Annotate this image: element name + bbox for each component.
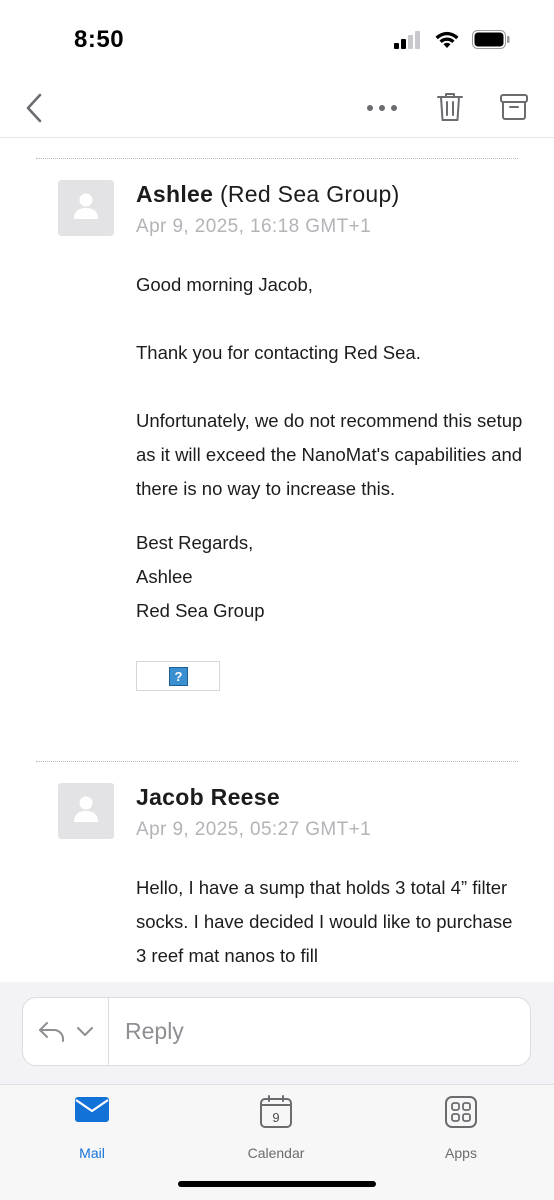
calendar-day-number: 9: [272, 1110, 279, 1125]
home-indicator[interactable]: [178, 1181, 376, 1187]
signature-line: Ashlee: [136, 566, 193, 587]
avatar[interactable]: [58, 783, 114, 839]
sender-name[interactable]: Ashlee (Red Sea Group): [136, 181, 400, 208]
tab-mail[interactable]: Mail: [42, 1095, 142, 1165]
delete-button[interactable]: [434, 90, 466, 124]
signature-image-placeholder[interactable]: ?: [136, 661, 220, 691]
body-paragraph: Hello, I have a sump that holds 3 total …: [136, 877, 513, 966]
message-divider: [36, 761, 518, 762]
trash-icon: [437, 93, 463, 121]
sender-name[interactable]: Jacob Reese: [136, 784, 280, 811]
sender-organization: (Red Sea Group): [219, 181, 400, 207]
status-icons: [394, 30, 510, 54]
tab-apps[interactable]: Apps: [411, 1095, 511, 1165]
calendar-icon: 9: [260, 1095, 292, 1128]
tab-label: Mail: [79, 1145, 105, 1161]
sender-name-text: Ashlee: [136, 181, 214, 207]
avatar[interactable]: [58, 180, 114, 236]
archive-icon: [500, 94, 528, 120]
message-date: Apr 9, 2025, 05:27 GMT+1: [136, 819, 372, 840]
message-date: Apr 9, 2025, 16:18 GMT+1: [136, 216, 372, 237]
signature-line: Best Regards,: [136, 532, 254, 553]
archive-button[interactable]: [498, 90, 530, 124]
tab-label: Apps: [445, 1145, 477, 1161]
back-button[interactable]: [22, 88, 50, 128]
more-button[interactable]: [364, 94, 400, 122]
wifi-icon: [434, 30, 460, 54]
message-toolbar: [0, 80, 554, 138]
reply-box[interactable]: Reply: [22, 997, 531, 1066]
person-icon: [74, 796, 98, 822]
message-body: Hello, I have a sump that holds 3 total …: [136, 871, 526, 973]
message-body: Good morning Jacob, Thank you for contac…: [136, 268, 526, 628]
message-divider: [36, 158, 518, 159]
body-paragraph: Thank you for contacting Red Sea.: [136, 342, 421, 363]
signature-line: Red Sea Group: [136, 600, 265, 621]
status-bar: 8:50: [0, 0, 554, 80]
cellular-signal-icon: [394, 30, 422, 54]
battery-icon: [472, 30, 510, 54]
reply-input[interactable]: Reply: [125, 1018, 184, 1045]
mail-icon: [75, 1097, 109, 1122]
chevron-down-icon: [77, 1027, 93, 1036]
person-icon: [74, 193, 98, 219]
reply-bar: Reply: [0, 982, 554, 1084]
reply-options-button[interactable]: [23, 998, 109, 1065]
body-paragraph: Unfortunately, we do not recommend this …: [136, 410, 523, 499]
broken-image-icon: ?: [169, 667, 188, 686]
apps-icon: [445, 1096, 477, 1128]
message-thread[interactable]: Ashlee (Red Sea Group) Apr 9, 2025, 16:1…: [0, 138, 554, 982]
back-chevron-icon: [26, 93, 42, 123]
status-time: 8:50: [74, 26, 125, 53]
more-icon: [367, 105, 397, 111]
body-paragraph: Good morning Jacob,: [136, 274, 313, 295]
sender-name-text: Jacob Reese: [136, 784, 280, 810]
tab-calendar[interactable]: 9 Calendar: [226, 1095, 326, 1165]
reply-arrow-icon: [39, 1022, 64, 1042]
tab-label: Calendar: [247, 1145, 305, 1161]
